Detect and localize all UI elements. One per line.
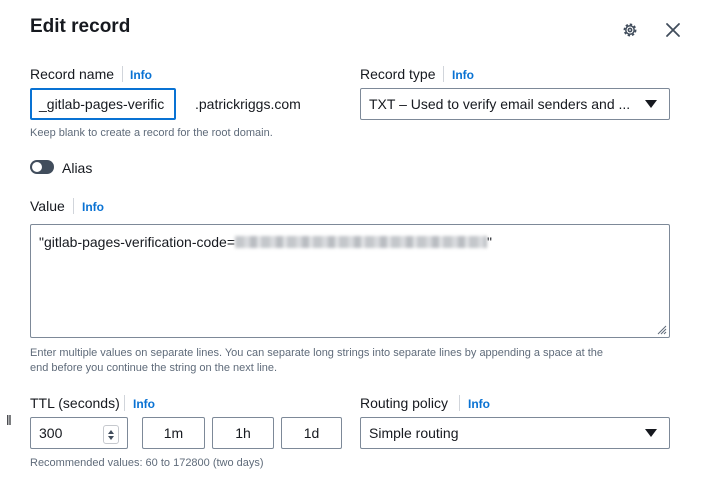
divider <box>122 66 123 82</box>
ttl-preset-1m-button[interactable]: 1m <box>142 417 205 449</box>
record-type-info-link[interactable]: Info <box>452 68 474 82</box>
ttl-preset-1h-button[interactable]: 1h <box>212 417 274 449</box>
record-name-label: Record name <box>30 66 115 82</box>
resize-handle-icon[interactable] <box>655 323 667 335</box>
redacted-value <box>235 235 488 248</box>
divider <box>124 395 125 411</box>
value-hint-line1: Enter multiple values on separate lines.… <box>30 347 603 359</box>
value-text-suffix: " <box>487 234 493 250</box>
record-type-selected-value: TXT – Used to verify email senders and .… <box>369 96 631 112</box>
routing-policy-selected-value: Simple routing <box>369 425 459 441</box>
stepper-up-icon[interactable] <box>108 429 114 434</box>
close-icon[interactable] <box>661 18 685 42</box>
value-label: Value <box>30 198 65 214</box>
drag-handle-icon[interactable]: ‖ <box>6 412 12 428</box>
record-name-info-link[interactable]: Info <box>130 68 152 82</box>
dialog-title: Edit record <box>30 16 131 37</box>
divider <box>459 395 460 411</box>
ttl-hint: Recommended values: 60 to 172800 (two da… <box>30 457 264 469</box>
alias-toggle[interactable] <box>30 160 54 174</box>
value-info-link[interactable]: Info <box>82 200 104 214</box>
toggle-knob <box>32 162 42 172</box>
routing-policy-info-link[interactable]: Info <box>468 397 490 411</box>
ttl-info-link[interactable]: Info <box>133 397 155 411</box>
value-text: "gitlab-pages-verification-code= " <box>39 234 492 250</box>
ttl-input[interactable]: 300 <box>30 417 128 449</box>
stepper-down-icon[interactable] <box>108 435 114 440</box>
gear-icon[interactable] <box>618 18 642 42</box>
ttl-label: TTL (seconds) <box>30 395 120 411</box>
routing-policy-select[interactable]: Simple routing <box>360 417 670 449</box>
caret-down-icon <box>645 429 657 437</box>
record-name-input[interactable]: _gitlab-pages-verific <box>30 88 176 120</box>
domain-suffix: .patrickriggs.com <box>195 96 301 112</box>
record-name-hint: Keep blank to create a record for the ro… <box>30 127 273 139</box>
ttl-preset-1d-button[interactable]: 1d <box>281 417 342 449</box>
ttl-stepper[interactable] <box>103 425 119 444</box>
divider <box>73 198 74 214</box>
record-type-label: Record type <box>360 66 436 82</box>
caret-down-icon <box>645 100 657 108</box>
value-textarea[interactable]: "gitlab-pages-verification-code= " <box>30 224 670 338</box>
alias-label: Alias <box>62 160 93 176</box>
divider <box>443 66 444 82</box>
routing-policy-label: Routing policy <box>360 395 448 411</box>
record-type-select[interactable]: TXT – Used to verify email senders and .… <box>360 88 670 120</box>
ttl-value: 300 <box>39 425 63 441</box>
value-hint-line2: end before you continue the string on th… <box>30 362 278 374</box>
value-text-prefix: "gitlab-pages-verification-code= <box>39 234 236 250</box>
